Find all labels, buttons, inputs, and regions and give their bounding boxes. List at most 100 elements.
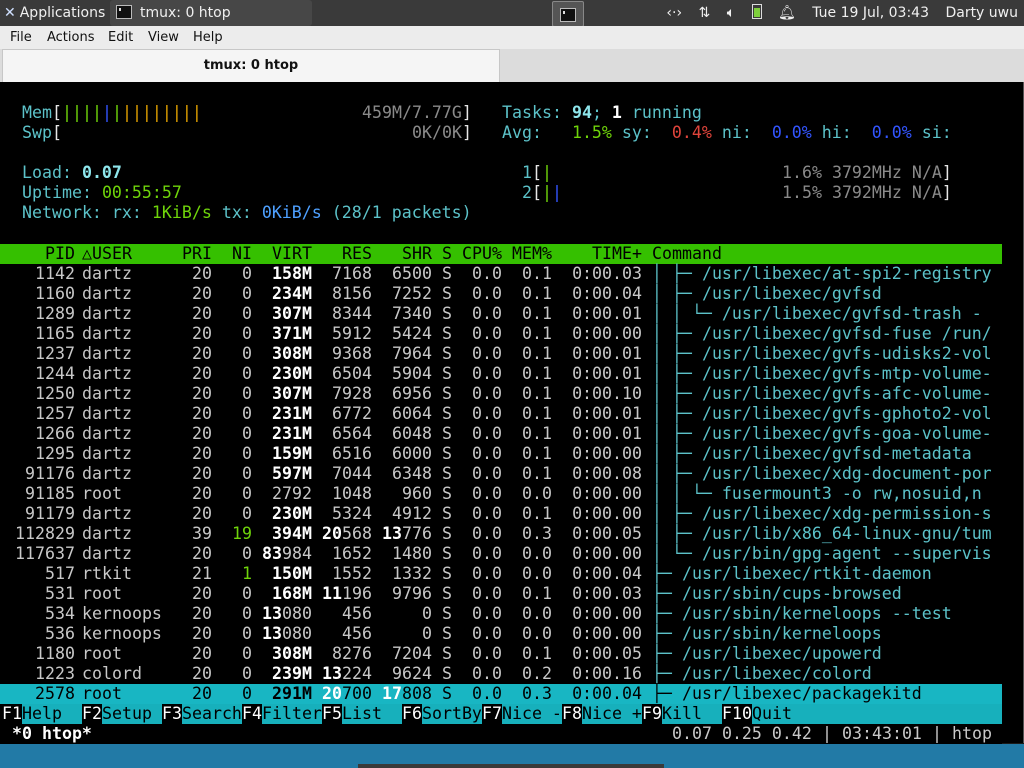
- menu-help[interactable]: Help: [193, 30, 223, 45]
- cell-mem: 0.0: [522, 484, 552, 503]
- cell-virt: 307M: [272, 304, 312, 323]
- cell-res: 6516: [332, 444, 372, 463]
- process-row[interactable]: 91179 dartz 20 0 230M 5324 4912 S 0.0 0.1 0:00.00 │…: [0, 504, 1002, 524]
- taskbar-window-button[interactable]: tmux: 0 htop: [110, 0, 312, 26]
- process-row[interactable]: 1237 dartz 20 0 308M 9368 7964 S 0.0 0.1 0:00.01 │ …: [0, 344, 1002, 364]
- process-row[interactable]: 117637 dartz 20 0 83984 1652 1480 S 0.0 0.0 0:00.0…: [0, 544, 1002, 564]
- process-row[interactable]: 1142 dartz 20 0 158M 7168 6500 S 0.0 0.1 0:00.03 │ …: [0, 264, 1002, 284]
- load-meter: Load: 0.07: [22, 163, 122, 182]
- tab-tmux[interactable]: tmux: 0 htop: [2, 49, 500, 82]
- fkey-f9[interactable]: F9Kill: [642, 704, 722, 724]
- cell-pid: 534: [45, 604, 75, 623]
- cell-mem: 0.0: [522, 624, 552, 643]
- process-row[interactable]: 1244 dartz 20 0 230M 6504 5904 S 0.0 0.1 0:00.01 │ …: [0, 364, 1002, 384]
- cell-pri: 20: [192, 424, 212, 443]
- cell-res: 8156: [332, 284, 372, 303]
- network-arrows-icon[interactable]: ‹·›: [666, 0, 682, 26]
- cell-time: 0:00.00: [572, 504, 642, 523]
- process-row[interactable]: 1165 dartz 20 0 371M 5912 5424 S 0.0 0.1 0:00.00 │ …: [0, 324, 1002, 344]
- cell-cmd: ├─ /usr/libexec/packagekitd: [652, 684, 922, 703]
- bell-icon[interactable]: 🔔︎: [778, 0, 796, 26]
- column-header-pri[interactable]: PRI: [182, 244, 212, 264]
- cell-pri: 20: [192, 464, 212, 483]
- process-row[interactable]: 1180 root 20 0 308M 8276 7204 S 0.0 0.1 0:00.05 ├─ …: [0, 644, 1002, 664]
- fkey-f7[interactable]: F7Nice -: [482, 704, 562, 724]
- cell-time: 0:00.05: [572, 524, 642, 543]
- process-row[interactable]: 1257 dartz 20 0 231M 6772 6064 S 0.0 0.1 0:00.01 │ …: [0, 404, 1002, 424]
- fkey-f5[interactable]: F5List: [322, 704, 402, 724]
- process-row[interactable]: 2578 root 20 0 291M 20700 17808 S 0.0 0.3 0:00.04 ├…: [0, 684, 1002, 704]
- transfer-icon[interactable]: ⇅: [699, 0, 711, 26]
- column-header-time[interactable]: TIME+: [592, 244, 642, 264]
- cell-user: dartz: [82, 504, 132, 523]
- column-header-pid[interactable]: PID: [45, 244, 75, 264]
- column-header-mem[interactable]: MEM%: [512, 244, 552, 264]
- process-row[interactable]: 1250 dartz 20 0 307M 7928 6956 S 0.0 0.1 0:00.10 │ …: [0, 384, 1002, 404]
- cell-pid: 1160: [35, 284, 75, 303]
- cell-virt: 307M: [272, 384, 312, 403]
- column-header-virt[interactable]: VIRT: [272, 244, 312, 264]
- mem-value: 459M/7.77G]: [362, 103, 472, 122]
- fkey-f6[interactable]: F6SortBy: [402, 704, 482, 724]
- process-row[interactable]: 112829 dartz 39 19 394M 20568 13776 S 0.0 0.3 0:00…: [0, 524, 1002, 544]
- cell-cmd: ├─ /usr/libexec/rtkit-daemon: [652, 564, 932, 583]
- battery-icon[interactable]: [751, 0, 762, 26]
- cell-virt: 371M: [272, 324, 312, 343]
- cell-mem: 0.3: [522, 524, 552, 543]
- column-header-cmd[interactable]: Command: [652, 244, 722, 264]
- tmux-window-name[interactable]: *0 htop*: [12, 724, 92, 744]
- cell-res: 20568: [322, 524, 372, 543]
- fkey-label: Setup: [101, 704, 162, 724]
- cell-res: 7928: [332, 384, 372, 403]
- process-row[interactable]: 1160 dartz 20 0 234M 8156 7252 S 0.0 0.1 0:00.04 │ …: [0, 284, 1002, 304]
- process-row[interactable]: 1266 dartz 20 0 231M 6564 6048 S 0.0 0.1 0:00.01 │ …: [0, 424, 1002, 444]
- fkey-f10[interactable]: F10Quit: [722, 704, 802, 724]
- cell-user: root: [82, 484, 122, 503]
- fkey-f3[interactable]: F3Search: [162, 704, 242, 724]
- menu-edit[interactable]: Edit: [108, 30, 133, 45]
- column-header-res[interactable]: RES: [342, 244, 372, 264]
- process-row[interactable]: 536 kernoops 20 0 13080 456 0 S 0.0 0.0 0:00.00 ├─ …: [0, 624, 1002, 644]
- cell-pid: 1257: [35, 404, 75, 423]
- cell-pid: 531: [45, 584, 75, 603]
- cell-mem: 0.1: [522, 364, 552, 383]
- process-row[interactable]: 1295 dartz 20 0 159M 6516 6000 S 0.0 0.1 0:00.00 │ …: [0, 444, 1002, 464]
- cell-shr: 0: [422, 604, 432, 623]
- process-row[interactable]: 534 kernoops 20 0 13080 456 0 S 0.0 0.0 0:00.00 ├─ …: [0, 604, 1002, 624]
- cell-ni: 0: [242, 584, 252, 603]
- fkey-f2[interactable]: F2Setup: [82, 704, 162, 724]
- fkey-f4[interactable]: F4Filter: [242, 704, 322, 724]
- column-header-s[interactable]: S: [442, 244, 452, 264]
- fkey-key: F3: [162, 704, 182, 723]
- cell-pri: 20: [192, 544, 212, 563]
- cell-s: S: [442, 464, 452, 483]
- process-table-header[interactable]: PID △USER PRI NI VIRT RES SHR S CPU% MEM% TIME+ Com…: [0, 244, 1002, 264]
- workspace-switcher[interactable]: [552, 1, 584, 27]
- column-header-ni[interactable]: NI: [232, 244, 252, 264]
- cell-virt: 150M: [272, 564, 312, 583]
- process-row[interactable]: 1223 colord 20 0 239M 13224 9624 S 0.0 0.2 0:00.16…: [0, 664, 1002, 684]
- fkey-key: F4: [242, 704, 262, 723]
- menu-actions[interactable]: Actions: [47, 30, 95, 45]
- cell-cpu: 0.0: [472, 404, 502, 423]
- process-row[interactable]: 91185 root 20 0 2792 1048 960 S 0.0 0.0 0:00.00 │ │…: [0, 484, 1002, 504]
- fkey-f1[interactable]: F1Help: [2, 704, 82, 724]
- menu-view[interactable]: View: [148, 30, 179, 45]
- process-row[interactable]: 531 root 20 0 168M 11196 9796 S 0.0 0.1 0:00.03 ├─ …: [0, 584, 1002, 604]
- user-name[interactable]: Darty uwu: [945, 0, 1018, 26]
- menu-file[interactable]: File: [10, 30, 32, 45]
- clock[interactable]: Tue 19 Jul, 03:43: [812, 0, 929, 26]
- cell-res: 456: [342, 624, 372, 643]
- process-row[interactable]: 1289 dartz 20 0 307M 8344 7340 S 0.0 0.1 0:00.01 │ …: [0, 304, 1002, 324]
- cell-user: rtkit: [82, 564, 132, 583]
- column-header-shr[interactable]: SHR: [402, 244, 432, 264]
- column-header-cpu[interactable]: CPU%: [462, 244, 502, 264]
- cell-time: 0:00.10: [572, 384, 642, 403]
- column-header-user[interactable]: △USER: [82, 244, 132, 264]
- process-row[interactable]: 91176 dartz 20 0 597M 7044 6348 S 0.0 0.1 0:00.08 │…: [0, 464, 1002, 484]
- applications-menu-button[interactable]: ✕ Applications: [0, 0, 112, 26]
- process-row[interactable]: 517 rtkit 21 1 150M 1552 1332 S 0.0 0.0 0:00.04 ├─ …: [0, 564, 1002, 584]
- swap-value: 0K/0K]: [412, 123, 472, 142]
- volume-icon[interactable]: 🔈︎: [727, 0, 735, 26]
- fkey-f8[interactable]: F8Nice +: [562, 704, 642, 724]
